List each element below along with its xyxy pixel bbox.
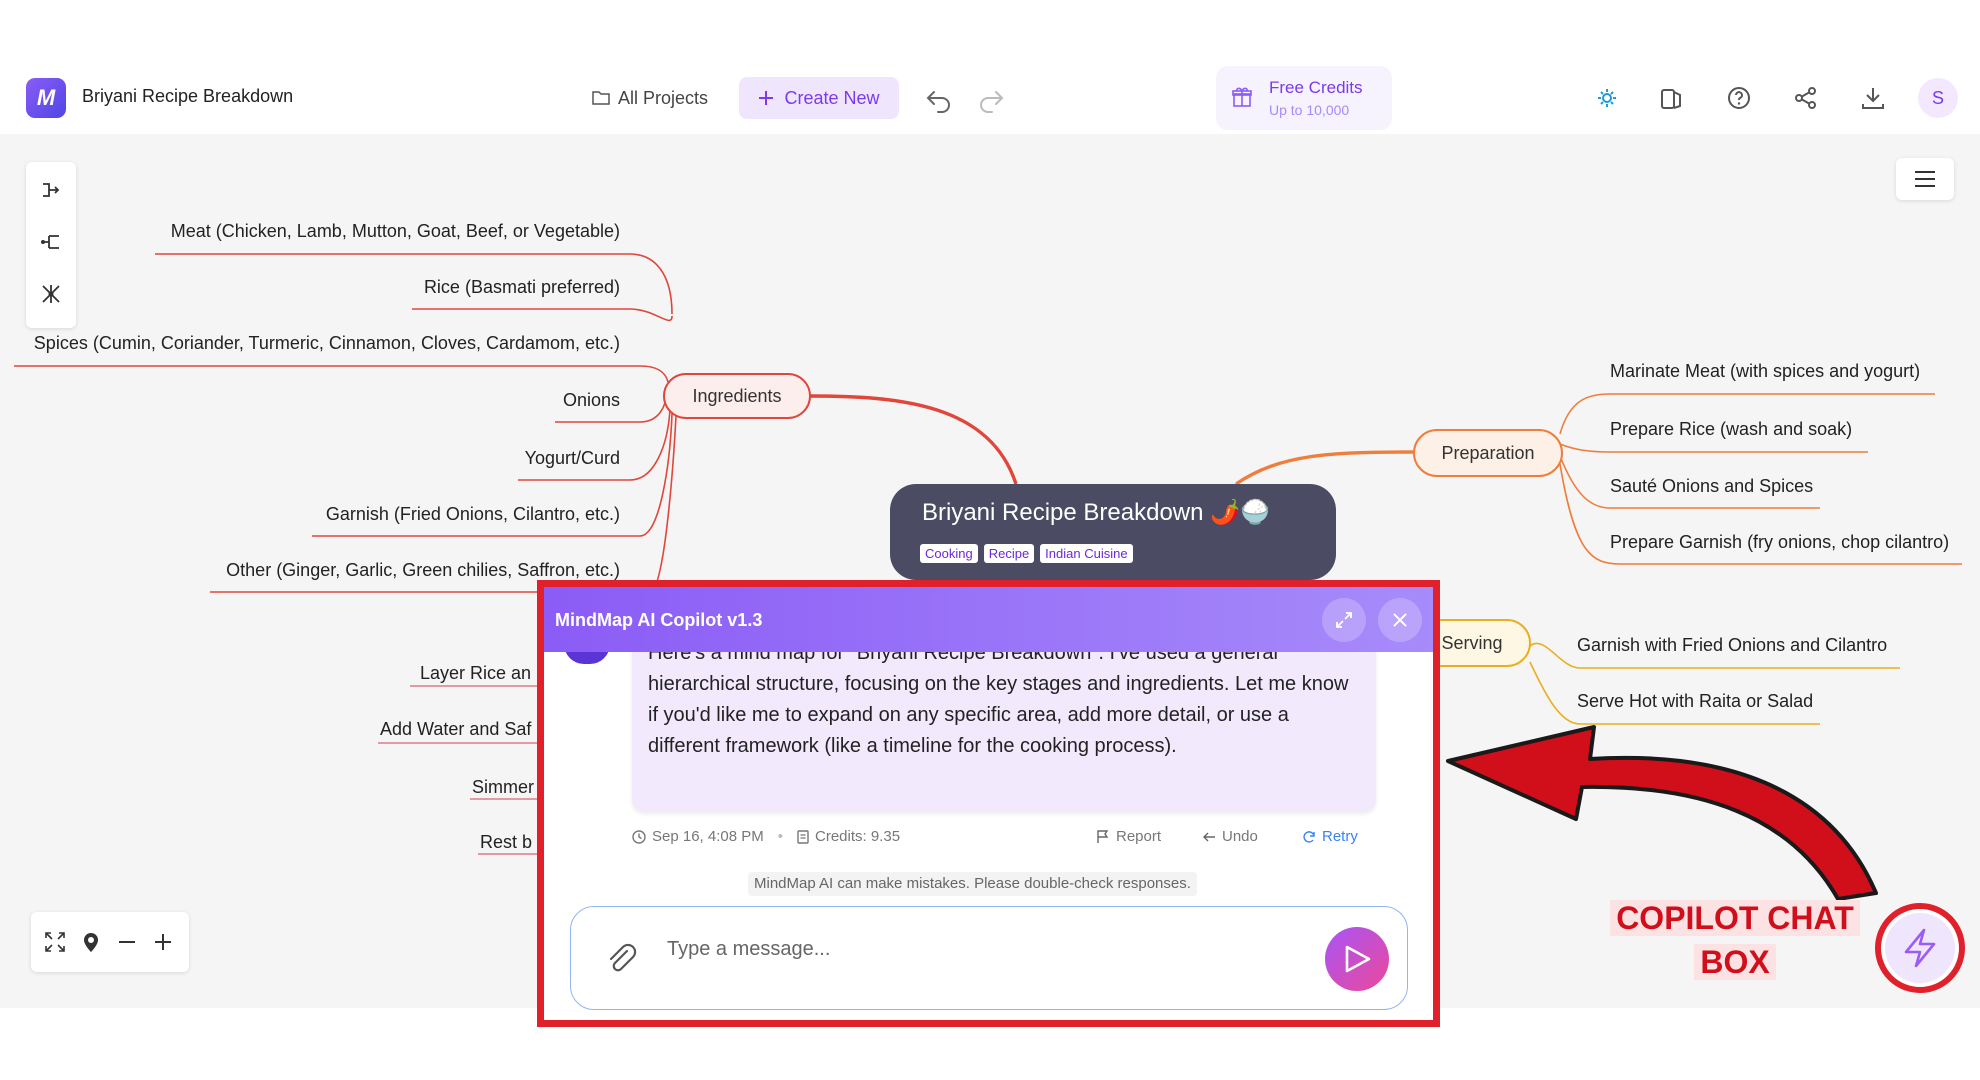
send-icon [1345, 945, 1371, 973]
retry-label: Retry [1322, 828, 1358, 845]
download-icon[interactable] [1859, 84, 1887, 112]
report-button[interactable]: Report [1096, 828, 1161, 845]
tag-recipe[interactable]: Recipe [983, 544, 1035, 563]
create-new-label: Create New [784, 87, 880, 108]
leaf-node[interactable]: Prepare Garnish (fry onions, chop cilant… [1610, 532, 1949, 552]
copilot-fab-button[interactable] [1875, 903, 1965, 993]
preparation-children: Marinate Meat (with spices and yogurt) P… [1610, 361, 1949, 552]
clock-icon [632, 829, 646, 844]
expand-icon [1336, 612, 1352, 628]
copilot-chat-panel: Here's a mind map for "Briyani Recipe Br… [542, 586, 1434, 1032]
user-avatar[interactable]: S [1918, 78, 1958, 118]
message-timestamp: Sep 16, 4:08 PM • Credits: 9.35 [632, 828, 900, 845]
help-icon[interactable] [1725, 84, 1753, 112]
tag-cooking[interactable]: Cooking [920, 544, 978, 563]
menu-icon [1915, 171, 1935, 187]
locate-icon[interactable] [79, 930, 103, 954]
leaf-node[interactable]: Marinate Meat (with spices and yogurt) [1610, 361, 1920, 381]
ai-disclaimer: MindMap AI can make mistakes. Please dou… [748, 872, 1197, 896]
layout-toolbar [26, 162, 76, 328]
leaf-node[interactable]: Rice (Basmati preferred) [424, 277, 620, 297]
annotation-line-2: BOX [1694, 944, 1776, 980]
central-topic-node[interactable]: Briyani Recipe Breakdown 🌶️🍚 Cooking Rec… [890, 484, 1336, 580]
app-root: M Briyani Recipe Breakdown All Projects … [0, 0, 1980, 1080]
timestamp-text: Sep 16, 4:08 PM [652, 828, 764, 845]
annotation-label: COPILOT CHAT BOX [1604, 896, 1866, 984]
leaf-node[interactable]: Simmer [472, 777, 534, 797]
central-topic-title: Briyani Recipe Breakdown 🌶️🍚 [922, 499, 1270, 526]
leaf-node[interactable]: Rest b [480, 832, 532, 852]
credits-used-text: Credits: 9.35 [815, 828, 901, 845]
credits-icon [797, 829, 809, 844]
leaf-node[interactable]: Other (Ginger, Garlic, Green chilies, Sa… [226, 560, 620, 580]
undo-label: Undo [1222, 828, 1258, 845]
send-button[interactable] [1325, 927, 1389, 991]
leaf-node[interactable]: Add Water and Saf [380, 719, 532, 739]
annotation-line-1: COPILOT CHAT [1610, 900, 1860, 936]
tag-indian-cuisine[interactable]: Indian Cuisine [1040, 544, 1133, 563]
copilot-fab-inner [1885, 913, 1955, 983]
leaf-node[interactable]: Layer Rice an [420, 663, 531, 683]
layout-radial-icon[interactable] [39, 282, 63, 306]
layout-tree-icon[interactable] [39, 230, 63, 254]
lightning-icon [1904, 928, 1936, 968]
ingredients-children: Meat (Chicken, Lamb, Mutton, Goat, Beef,… [34, 221, 620, 580]
copilot-header: MindMap AI Copilot v1.3 [542, 586, 1434, 652]
gift-icon [1232, 87, 1252, 107]
folder-icon [592, 91, 610, 105]
serving-label: Serving [1441, 633, 1502, 653]
flag-icon [1097, 829, 1109, 843]
leaf-node[interactable]: Spices (Cumin, Coriander, Turmeric, Cinn… [34, 333, 620, 353]
top-bar: M Briyani Recipe Breakdown All Projects … [0, 62, 1980, 134]
tag-list: Cooking Recipe Indian Cuisine [920, 544, 1133, 563]
paperclip-icon[interactable] [603, 941, 639, 977]
all-projects-button[interactable]: All Projects [592, 82, 708, 114]
report-label: Report [1116, 828, 1162, 845]
create-new-button[interactable]: Create New [739, 77, 899, 119]
app-logo[interactable]: M [26, 78, 66, 118]
sun-icon[interactable] [1593, 84, 1621, 112]
hamburger-menu-button[interactable] [1896, 158, 1954, 200]
message-composer [570, 906, 1408, 1010]
zoom-toolbar [31, 912, 189, 972]
zoom-out-icon[interactable] [115, 930, 139, 954]
dot-separator: • [777, 828, 784, 845]
project-title[interactable]: Briyani Recipe Breakdown [82, 86, 293, 107]
credits-subtitle: Up to 10,000 [1269, 102, 1350, 118]
close-button[interactable] [1378, 598, 1422, 642]
retry-button[interactable]: Retry [1302, 828, 1358, 845]
share-icon[interactable] [1792, 84, 1820, 112]
theme-icon[interactable] [1658, 84, 1686, 112]
layout-right-icon[interactable] [39, 178, 63, 202]
copilot-title: MindMap AI Copilot v1.3 [555, 610, 763, 630]
zoom-in-icon[interactable] [151, 930, 175, 954]
undo-message-button[interactable]: Undo [1202, 828, 1258, 845]
arrow-left-icon [1203, 832, 1215, 841]
redo-icon[interactable] [976, 84, 1006, 114]
leaf-node[interactable]: Yogurt/Curd [525, 448, 620, 468]
leaf-node[interactable]: Garnish (Fried Onions, Cilantro, etc.) [326, 504, 620, 524]
cooking-children: Layer Rice an Add Water and Saf Simmer R… [380, 663, 534, 852]
preparation-label: Preparation [1441, 443, 1534, 463]
leaf-node[interactable]: Onions [563, 390, 620, 410]
close-icon [1393, 613, 1407, 627]
leaf-node[interactable]: Prepare Rice (wash and soak) [1610, 419, 1852, 439]
leaf-node[interactable]: Garnish with Fried Onions and Cilantro [1577, 635, 1887, 655]
assistant-message-bubble: Here's a mind map for "Briyani Recipe Br… [632, 644, 1376, 812]
annotation-arrow [1446, 725, 1878, 901]
undo-icon[interactable] [924, 84, 954, 114]
leaf-node[interactable]: Meat (Chicken, Lamb, Mutton, Goat, Beef,… [171, 221, 620, 241]
retry-icon [1303, 830, 1315, 843]
plus-icon [759, 91, 774, 105]
free-credits-button[interactable]: Free Credits Up to 10,000 [1216, 66, 1392, 130]
fit-screen-icon[interactable] [43, 930, 67, 954]
message-input[interactable] [667, 933, 1267, 965]
leaf-node[interactable]: Sauté Onions and Spices [1610, 476, 1813, 496]
ingredients-label: Ingredients [692, 386, 781, 406]
assistant-message-text: Here's a mind map for "Briyani Recipe Br… [648, 644, 1349, 757]
all-projects-label: All Projects [618, 87, 709, 108]
credits-title: Free Credits [1269, 78, 1363, 97]
expand-button[interactable] [1322, 598, 1366, 642]
